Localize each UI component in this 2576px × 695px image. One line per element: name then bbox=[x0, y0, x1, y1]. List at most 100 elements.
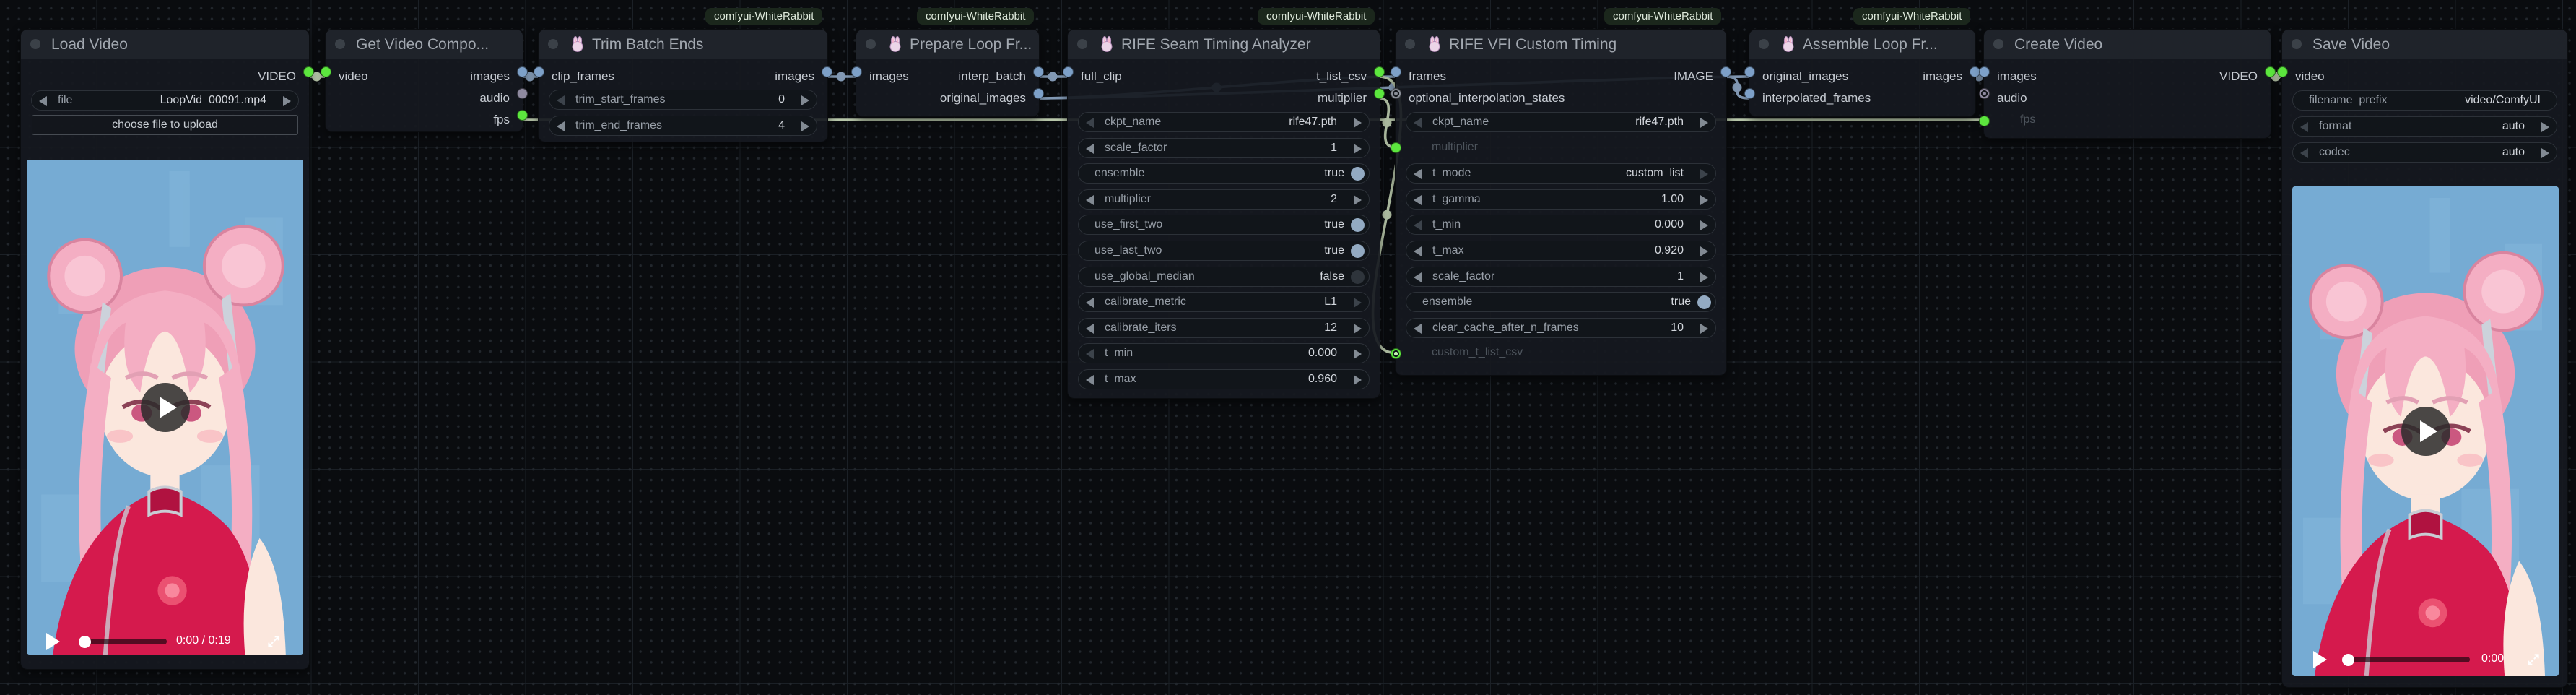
widget-t_gamma[interactable]: t_gamma1.00 bbox=[1406, 189, 1716, 210]
node-rife-vfi[interactable]: RIFE VFI Custom Timingframesoptional_int… bbox=[1395, 29, 1727, 376]
widget-use_last_two[interactable]: use_last_twotrue bbox=[1078, 241, 1370, 261]
input-socket-interpolated_frames[interactable] bbox=[1744, 88, 1755, 99]
widget-ckpt_name[interactable]: ckpt_namerife47.pth bbox=[1406, 112, 1716, 132]
play-button[interactable] bbox=[2313, 651, 2327, 668]
node-create-video[interactable]: Create VideoimagesaudioVIDEOfps bbox=[1983, 29, 2271, 139]
toggle-knob[interactable] bbox=[1697, 295, 1711, 309]
widget-ckpt_name[interactable]: ckpt_namerife47.pth bbox=[1078, 112, 1370, 132]
decrement-arrow[interactable] bbox=[1086, 144, 1094, 154]
wire-midpoint-dot[interactable] bbox=[1383, 118, 1392, 127]
collapse-dot[interactable] bbox=[1405, 39, 1415, 49]
increment-arrow[interactable] bbox=[1700, 272, 1708, 282]
increment-arrow[interactable] bbox=[1700, 246, 1708, 256]
decrement-arrow[interactable] bbox=[1414, 220, 1422, 230]
increment-arrow[interactable] bbox=[1354, 195, 1362, 205]
input-socket-optional_interpolation_states[interactable] bbox=[1391, 88, 1401, 99]
output-socket-images[interactable] bbox=[822, 66, 832, 77]
decrement-arrow[interactable] bbox=[1086, 118, 1094, 128]
widget-t_min[interactable]: t_min0.000 bbox=[1406, 215, 1716, 235]
increment-arrow[interactable] bbox=[283, 96, 291, 106]
decrement-arrow[interactable] bbox=[1086, 298, 1094, 308]
widget-input-socket-multiplier[interactable] bbox=[1391, 142, 1401, 153]
increment-arrow[interactable] bbox=[1354, 324, 1362, 334]
node-titlebar[interactable]: Trim Batch Ends bbox=[539, 30, 827, 59]
node-rife-seam[interactable]: RIFE Seam Timing Analyzerfull_clipt_list… bbox=[1067, 29, 1380, 399]
wire-midpoint-dot[interactable] bbox=[1048, 72, 1058, 82]
node-assemble-loop[interactable]: Assemble Loop Fr...original_imagesinterp… bbox=[1749, 29, 1976, 117]
widget-t_mode[interactable]: t_modecustom_list bbox=[1406, 163, 1716, 184]
video-preview[interactable]: 0:00 / 0:19 bbox=[27, 160, 303, 655]
node-titlebar[interactable]: Save Video bbox=[2282, 30, 2567, 59]
node-titlebar[interactable]: RIFE VFI Custom Timing bbox=[1396, 30, 1726, 59]
wire-midpoint-dot[interactable] bbox=[1733, 83, 1742, 92]
node-titlebar[interactable]: RIFE Seam Timing Analyzer bbox=[1068, 30, 1380, 59]
collapse-dot[interactable] bbox=[30, 39, 40, 49]
collapse-dot[interactable] bbox=[866, 39, 876, 49]
node-get-video-components[interactable]: Get Video Compo...videoimagesaudiofps bbox=[325, 29, 523, 132]
toggle-knob[interactable] bbox=[1351, 167, 1365, 181]
decrement-arrow[interactable] bbox=[557, 95, 565, 105]
collapse-dot[interactable] bbox=[548, 39, 558, 49]
toggle-knob[interactable] bbox=[1351, 218, 1365, 232]
widget-calibrate_metric[interactable]: calibrate_metricL1 bbox=[1078, 292, 1370, 312]
widget-file[interactable]: fileLoopVid_00091.mp4 bbox=[31, 90, 299, 111]
output-socket-audio[interactable] bbox=[517, 88, 528, 99]
output-socket-images[interactable] bbox=[517, 66, 528, 77]
increment-arrow[interactable] bbox=[1700, 169, 1708, 179]
output-socket-t_list_csv[interactable] bbox=[1374, 66, 1385, 77]
output-socket-fps[interactable] bbox=[517, 110, 528, 121]
decrement-arrow[interactable] bbox=[1086, 349, 1094, 359]
decrement-arrow[interactable] bbox=[1414, 195, 1422, 205]
widget-filename_prefix[interactable]: filename_prefixvideo/ComfyUI bbox=[2292, 90, 2557, 111]
increment-arrow[interactable] bbox=[1700, 220, 1708, 230]
widget-input-socket-custom_t_list_csv[interactable] bbox=[1391, 348, 1401, 359]
decrement-arrow[interactable] bbox=[1086, 324, 1094, 334]
widget-input-socket-fps[interactable] bbox=[1979, 116, 1990, 126]
decrement-arrow[interactable] bbox=[1414, 118, 1422, 128]
output-socket-original_images[interactable] bbox=[1033, 88, 1044, 99]
widget-trim_end_frames[interactable]: trim_end_frames4 bbox=[549, 116, 817, 136]
widget-multiplier[interactable]: multiplier2 bbox=[1078, 189, 1370, 210]
collapse-dot[interactable] bbox=[335, 39, 345, 49]
play-overlay-button[interactable] bbox=[2401, 407, 2450, 456]
increment-arrow[interactable] bbox=[1354, 118, 1362, 128]
decrement-arrow[interactable] bbox=[1414, 246, 1422, 256]
output-socket-multiplier[interactable] bbox=[1374, 88, 1385, 99]
play-overlay-button[interactable] bbox=[141, 383, 190, 432]
widget-clear_cache_after_n_frames[interactable]: clear_cache_after_n_frames10 bbox=[1406, 318, 1716, 338]
fullscreen-icon[interactable] bbox=[266, 634, 282, 649]
increment-arrow[interactable] bbox=[801, 121, 809, 131]
decrement-arrow[interactable] bbox=[1414, 324, 1422, 334]
increment-arrow[interactable] bbox=[1700, 324, 1708, 334]
input-socket-video[interactable] bbox=[2277, 66, 2288, 77]
collapse-dot[interactable] bbox=[1077, 39, 1087, 49]
decrement-arrow[interactable] bbox=[1086, 375, 1094, 385]
increment-arrow[interactable] bbox=[1354, 375, 1362, 385]
widget-format[interactable]: formatauto bbox=[2292, 116, 2557, 137]
seek-handle[interactable] bbox=[2342, 654, 2354, 666]
node-titlebar[interactable]: Assemble Loop Fr... bbox=[1749, 30, 1975, 59]
collapse-dot[interactable] bbox=[2292, 39, 2302, 49]
widget-trim_start_frames[interactable]: trim_start_frames0 bbox=[549, 90, 817, 110]
output-socket-VIDEO[interactable] bbox=[303, 66, 314, 77]
increment-arrow[interactable] bbox=[2541, 122, 2549, 132]
fullscreen-icon[interactable] bbox=[2525, 652, 2541, 668]
widget-use_first_two[interactable]: use_first_twotrue bbox=[1078, 215, 1370, 235]
output-socket-IMAGE[interactable] bbox=[1720, 66, 1731, 77]
node-titlebar[interactable]: Get Video Compo... bbox=[326, 30, 523, 59]
widget-use_global_median[interactable]: use_global_medianfalse bbox=[1078, 267, 1370, 287]
increment-arrow[interactable] bbox=[1354, 298, 1362, 308]
increment-arrow[interactable] bbox=[2541, 148, 2549, 158]
seek-bar[interactable] bbox=[80, 639, 167, 644]
wire-midpoint-dot[interactable] bbox=[837, 72, 846, 82]
seek-handle[interactable] bbox=[79, 636, 91, 648]
video-preview[interactable]: 0:00 bbox=[2292, 186, 2559, 676]
wire-midpoint-dot[interactable] bbox=[1383, 210, 1392, 220]
play-button[interactable] bbox=[46, 633, 60, 650]
toggle-knob[interactable] bbox=[1351, 270, 1365, 284]
decrement-arrow[interactable] bbox=[1086, 195, 1094, 205]
widget-scale_factor[interactable]: scale_factor1 bbox=[1078, 138, 1370, 158]
decrement-arrow[interactable] bbox=[39, 96, 47, 106]
widget-ensemble[interactable]: ensembletrue bbox=[1078, 163, 1370, 184]
decrement-arrow[interactable] bbox=[2300, 122, 2308, 132]
